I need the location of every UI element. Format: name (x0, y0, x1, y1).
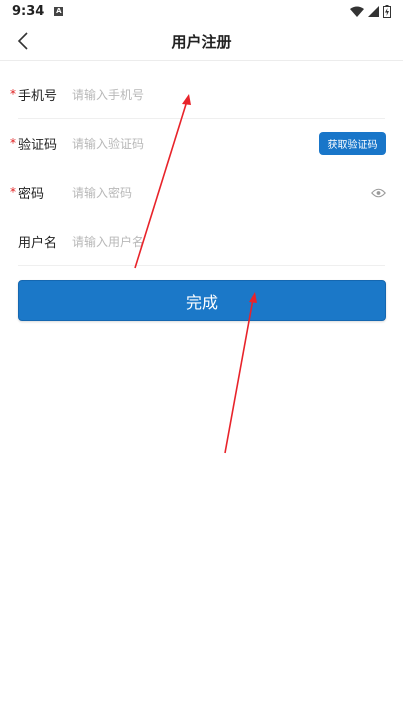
phone-row: * 手机号 (0, 70, 403, 119)
username-input[interactable] (72, 229, 302, 254)
required-marker: * (10, 87, 16, 101)
row-divider (18, 265, 385, 266)
required-marker: * (10, 136, 16, 150)
phone-label: 手机号 (18, 89, 58, 104)
password-input[interactable] (72, 180, 302, 205)
code-input[interactable] (72, 131, 302, 156)
password-row: * 密码 (0, 168, 403, 217)
username-label: 用户名 (18, 236, 58, 251)
status-time: 9:34 (12, 3, 45, 19)
chevron-left-icon (17, 32, 28, 50)
page-title: 用户注册 (171, 32, 232, 51)
signal-icon (368, 5, 379, 17)
status-icons (350, 4, 391, 18)
code-label: 验证码 (18, 138, 58, 153)
get-code-button[interactable]: 获取验证码 (319, 132, 386, 155)
battery-icon (383, 4, 391, 18)
code-row: * 验证码 获取验证码 (0, 119, 403, 168)
registration-form: * 手机号 * 验证码 获取验证码 * 密码 用户名 (0, 70, 403, 266)
username-row: 用户名 (0, 217, 403, 266)
status-bar: 9:34 A (0, 0, 403, 22)
eye-icon (370, 188, 386, 197)
header-divider (0, 60, 403, 61)
toggle-password-button[interactable] (370, 185, 386, 201)
notification-a-icon: A (54, 6, 64, 16)
phone-input[interactable] (72, 82, 302, 107)
submit-button[interactable]: 完成 (18, 280, 386, 321)
wifi-icon (350, 6, 364, 17)
app-header: 用户注册 (0, 22, 403, 60)
required-marker: * (10, 185, 16, 199)
back-button[interactable] (12, 30, 34, 52)
password-label: 密码 (18, 187, 45, 202)
